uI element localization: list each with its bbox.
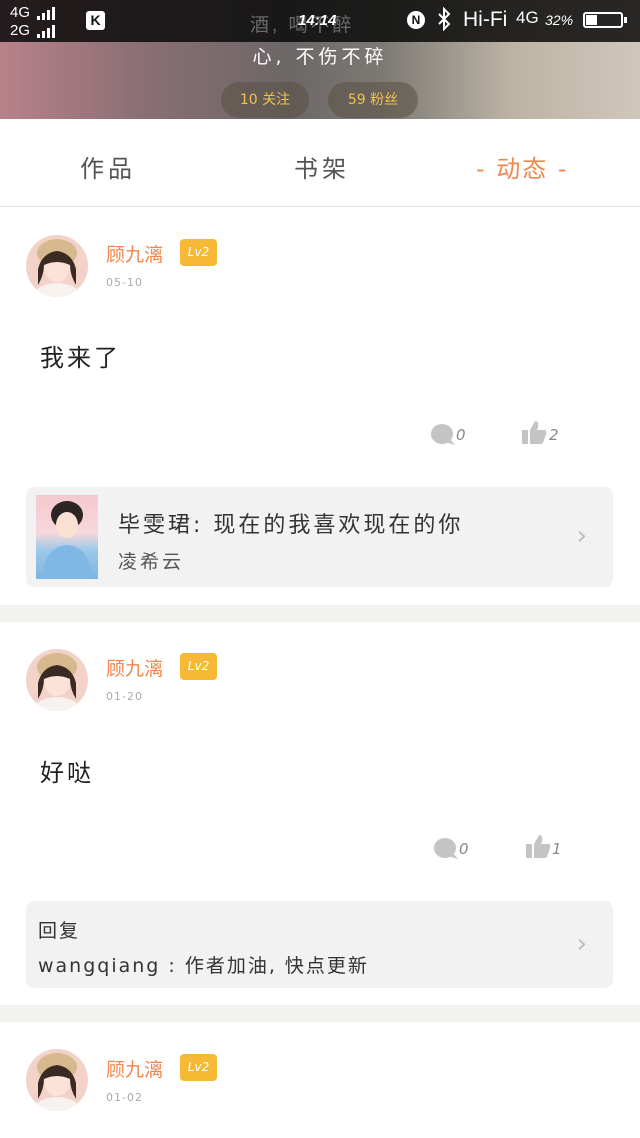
clock: 14:14 <box>298 12 337 29</box>
comment-icon[interactable] <box>430 423 456 451</box>
book-card[interactable]: 毕雯珺: 现在的我喜欢现在的你 凌希云 › <box>26 487 613 587</box>
signal-2: 2G <box>10 23 57 38</box>
book-title: 毕雯珺: 现在的我喜欢现在的你 <box>118 513 464 538</box>
comment-count: 0 <box>456 426 466 444</box>
post-date: 01-02 <box>106 1091 143 1104</box>
signal-1-label: 4G <box>10 4 31 21</box>
status-bar: 4G 2G K 酒, 喝不醉 14:14 N Hi-Fi 4G 32% <box>0 0 640 42</box>
signal-1: 4G <box>10 5 57 20</box>
author-name[interactable]: 顾九漓 <box>106 1055 163 1082</box>
signal-bars-icon <box>37 5 57 20</box>
tab-bookshelf[interactable]: 书架 <box>294 149 350 184</box>
comment-icon[interactable] <box>433 837 459 865</box>
app-notification-icon: K <box>86 11 105 30</box>
post-date: 05-10 <box>106 276 143 289</box>
post-date: 01-20 <box>106 690 143 703</box>
like-count: 2 <box>549 426 559 444</box>
level-badge: Lv2 <box>180 1054 217 1081</box>
profile-motto: 心, 不伤不碎 <box>252 46 388 68</box>
like-count: 1 <box>552 840 562 858</box>
avatar[interactable] <box>26 235 88 297</box>
post-item: 顾九漓 Lv2 01-20 好哒 0 1 回复 wangqiang : 作者加油… <box>0 622 640 1005</box>
reply-card[interactable]: 回复 wangqiang : 作者加油, 快点更新 › <box>26 901 613 988</box>
book-cover <box>36 495 98 579</box>
post-content: 我来了 <box>40 344 121 372</box>
level-badge: Lv2 <box>180 653 217 680</box>
like-icon[interactable] <box>521 419 547 449</box>
section-divider <box>0 605 640 622</box>
reply-text: wangqiang : 作者加油, 快点更新 <box>38 955 369 977</box>
like-icon[interactable] <box>525 833 551 863</box>
following-count-button[interactable]: 10 关注 <box>221 82 309 118</box>
signal-2-label: 2G <box>10 22 31 39</box>
nfc-icon: N <box>407 11 425 29</box>
battery-percent: 32% <box>545 12 574 28</box>
profile-tabs: 作品 书架 - 动态 - <box>0 119 640 207</box>
section-divider <box>0 1005 640 1022</box>
signal-bars-icon <box>37 23 57 38</box>
tab-works[interactable]: 作品 <box>80 149 136 184</box>
author-name[interactable]: 顾九漓 <box>106 240 163 267</box>
book-author: 凌希云 <box>118 551 185 573</box>
reply-label: 回复 <box>38 920 81 942</box>
chevron-right-icon: › <box>576 521 587 551</box>
comment-count: 0 <box>459 840 469 858</box>
avatar[interactable] <box>26 1049 88 1111</box>
fans-count-button[interactable]: 59 粉丝 <box>328 82 418 118</box>
level-badge: Lv2 <box>180 239 217 266</box>
author-name[interactable]: 顾九漓 <box>106 654 163 681</box>
chevron-right-icon: › <box>576 929 587 959</box>
network-type: 4G <box>516 8 539 27</box>
avatar[interactable] <box>26 649 88 711</box>
hifi-label: Hi-Fi <box>463 8 508 31</box>
post-content: 好哒 <box>40 759 94 787</box>
post-item: 顾九漓 Lv2 01-02 <box>0 1022 640 1138</box>
battery-fill <box>586 15 597 25</box>
bluetooth-icon <box>437 6 451 37</box>
tab-activity[interactable]: - 动态 - <box>476 149 569 184</box>
post-item: 顾九漓 Lv2 05-10 我来了 0 2 毕雯珺: 现在的我喜欢现在的你 凌希… <box>0 208 640 605</box>
battery-icon <box>583 12 627 28</box>
